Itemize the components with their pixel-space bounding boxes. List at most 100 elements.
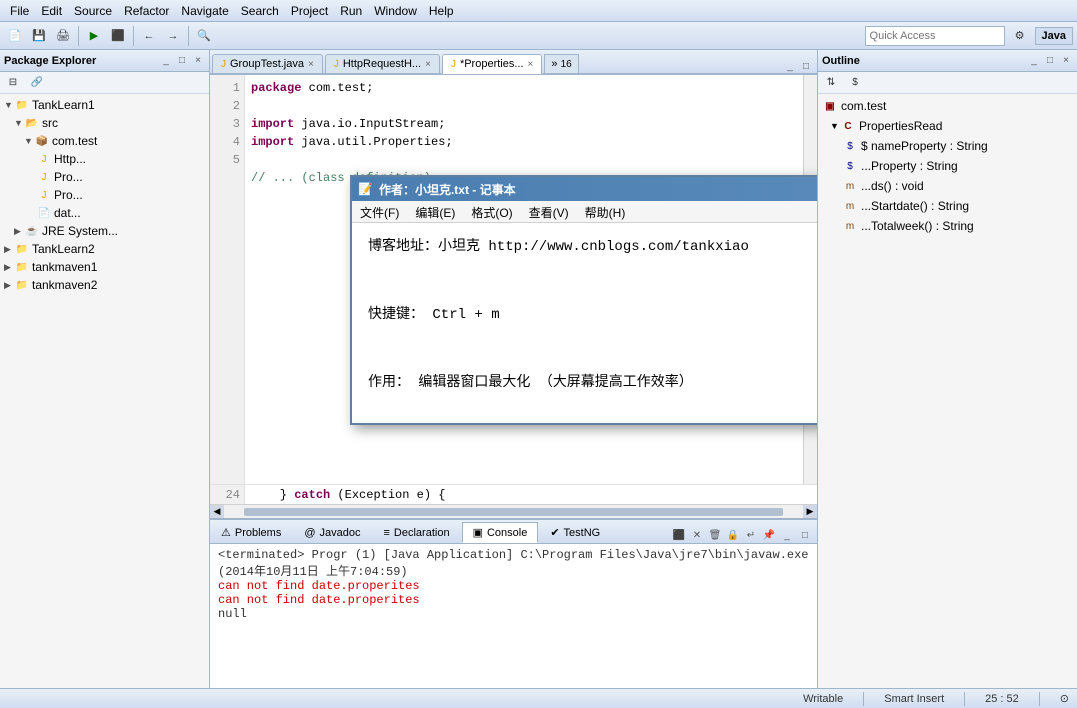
editor-h-scroll[interactable]: ◀ ▶	[210, 504, 817, 518]
tab-label-props: *Properties...	[460, 58, 524, 70]
notepad-menu-file[interactable]: 文件(F)	[352, 201, 407, 222]
tree-item-tanklearn1[interactable]: ▼ 📁 TankLearn1	[0, 96, 209, 114]
console-maximize-btn[interactable]: □	[797, 527, 813, 543]
console-scroll-lock-btn[interactable]: 🔒	[725, 527, 741, 543]
console-pin-btn[interactable]: 📌	[761, 527, 777, 543]
link-editor-btn[interactable]: 🔗	[26, 72, 48, 94]
menu-source[interactable]: Source	[68, 2, 118, 20]
save-btn[interactable]: 💾	[28, 25, 50, 47]
fwd-btn[interactable]: →	[162, 25, 184, 47]
menu-help[interactable]: Help	[423, 2, 460, 20]
outline-controls: _ □ ×	[1027, 54, 1073, 68]
tree-item-tanklearn2[interactable]: ▶ 📁 TankLearn2	[0, 240, 209, 258]
notepad-menu-help[interactable]: 帮助(H)	[577, 201, 634, 222]
tree-toolbar: ⊟ 🔗	[0, 72, 209, 94]
notepad-menu-format[interactable]: 格式(O)	[463, 201, 520, 222]
console-error-line-2: can not find date.properites	[218, 593, 809, 607]
bottom-tab-console[interactable]: ▣ Console	[462, 522, 539, 543]
console-error-line-1: can not find date.properites	[218, 579, 809, 593]
menu-edit[interactable]: Edit	[35, 2, 68, 20]
outline-minimize-btn[interactable]: _	[1027, 54, 1041, 68]
tree-item-pro2[interactable]: J Pro...	[0, 186, 209, 204]
editor-maximize-btn[interactable]: □	[799, 59, 813, 73]
outline-item-method1[interactable]: m ...ds() : void	[818, 176, 1077, 196]
collapse-all-btn[interactable]: ⊟	[2, 72, 24, 94]
notepad-menubar: 文件(F) 编辑(E) 格式(O) 查看(V) 帮助(H)	[352, 201, 817, 223]
method-icon-2: m	[842, 198, 858, 214]
java-file-icon-pro2: J	[36, 187, 52, 203]
close-panel-btn[interactable]: ×	[191, 54, 205, 68]
tab-overflow-btn[interactable]: » 16	[544, 54, 578, 73]
outline-hide-fields-btn[interactable]: $	[844, 72, 866, 94]
tree-item-tankmaven1[interactable]: ▶ 📁 tankmaven1	[0, 258, 209, 276]
search-btn[interactable]: 🔍	[193, 25, 215, 47]
outline-maximize-btn[interactable]: □	[1043, 54, 1057, 68]
status-extra: ⊙	[1060, 692, 1069, 705]
console-word-wrap-btn[interactable]: ↵	[743, 527, 759, 543]
java-perspective-btn[interactable]: Java	[1035, 27, 1073, 45]
outline-item-method3[interactable]: m ...Totalweek() : String	[818, 216, 1077, 236]
tab-icon-grouptest: J	[221, 59, 226, 70]
testng-icon: ✔	[550, 526, 559, 539]
console-remove-btn[interactable]: ✕	[689, 527, 705, 543]
print-btn[interactable]: 🖨	[52, 25, 74, 47]
notepad-content[interactable]: 博客地址：小坦克 http://www.cnblogs.com/tankxiao…	[352, 223, 817, 423]
back-btn[interactable]: ←	[138, 25, 160, 47]
tree-item-tankmaven2[interactable]: ▶ 📁 tankmaven2	[0, 276, 209, 294]
minimize-panel-btn[interactable]: _	[159, 54, 173, 68]
bottom-tab-testng[interactable]: ✔ TestNG	[539, 522, 611, 543]
tab-httprequest[interactable]: J HttpRequestH... ×	[325, 54, 440, 73]
debug-btn[interactable]: ⬛	[107, 25, 129, 47]
console-terminate-btn[interactable]: ⬛	[671, 527, 687, 543]
bottom-tab-javadoc[interactable]: @ Javadoc	[293, 523, 371, 543]
scroll-right-btn[interactable]: ▶	[803, 505, 817, 519]
quick-access-area: ⚙ Java	[865, 25, 1073, 47]
menu-search[interactable]: Search	[235, 2, 285, 20]
outline-sort-btn[interactable]: ⇅	[820, 72, 842, 94]
tree-label-comtest: com.test	[52, 134, 97, 148]
tree-item-http[interactable]: J Http...	[0, 150, 209, 168]
notepad-titlebar: 📝 作者：小坦克.txt - 记事本 - □ ×	[352, 177, 817, 201]
menu-file[interactable]: File	[4, 2, 35, 20]
h-scroll-thumb[interactable]	[244, 508, 783, 516]
bottom-tab-controls: ⬛ ✕ 🗑 🔒 ↵ 📌 _ □	[671, 527, 817, 543]
tab-properties[interactable]: J *Properties... ×	[442, 54, 542, 74]
scroll-left-btn[interactable]: ◀	[210, 505, 224, 519]
outline-close-btn[interactable]: ×	[1059, 54, 1073, 68]
tab-close-http[interactable]: ×	[425, 59, 431, 70]
run-btn[interactable]: ▶	[83, 25, 105, 47]
menu-refactor[interactable]: Refactor	[118, 2, 175, 20]
bottom-tab-declaration[interactable]: ≡ Declaration	[373, 523, 461, 543]
console-clear-btn[interactable]: 🗑	[707, 527, 723, 543]
outline-item-class[interactable]: ▼ C PropertiesRead	[818, 116, 1077, 136]
outline-item-field1[interactable]: $ $ nameProperty : String	[818, 136, 1077, 156]
bottom-tab-problems[interactable]: ⚠ Problems	[210, 522, 292, 543]
tree-item-com-test[interactable]: ▼ 📦 com.test	[0, 132, 209, 150]
menu-window[interactable]: Window	[368, 2, 423, 20]
tree-item-jre[interactable]: ▶ ☕ JRE System...	[0, 222, 209, 240]
tree-item-pro1[interactable]: J Pro...	[0, 168, 209, 186]
notepad-menu-edit[interactable]: 编辑(E)	[407, 201, 463, 222]
console-minimize-btn[interactable]: _	[779, 527, 795, 543]
tree-item-src[interactable]: ▼ 📂 src	[0, 114, 209, 132]
menu-run[interactable]: Run	[334, 2, 368, 20]
method-icon-1: m	[842, 178, 858, 194]
new-btn[interactable]: 📄	[4, 25, 26, 47]
tree-label-jre: JRE System...	[42, 224, 118, 238]
maximize-panel-btn[interactable]: □	[175, 54, 189, 68]
perspective-settings-btn[interactable]: ⚙	[1009, 25, 1031, 47]
notepad-menu-view[interactable]: 查看(V)	[521, 201, 577, 222]
outline-item-package[interactable]: ▣ com.test	[818, 96, 1077, 116]
menu-navigate[interactable]: Navigate	[175, 2, 234, 20]
outline-item-field2[interactable]: $ ...Property : String	[818, 156, 1077, 176]
editor-minimize-btn[interactable]: _	[783, 59, 797, 73]
tab-close-props[interactable]: ×	[528, 59, 534, 70]
tree-item-dat[interactable]: 📄 dat...	[0, 204, 209, 222]
tab-close-grouptest[interactable]: ×	[308, 59, 314, 70]
tab-grouptest[interactable]: J GroupTest.java ×	[212, 54, 323, 73]
outline-item-method2[interactable]: m ...Startdate() : String	[818, 196, 1077, 216]
quick-access-input[interactable]	[865, 26, 1005, 46]
menu-project[interactable]: Project	[285, 2, 334, 20]
line-num-2: 2	[210, 97, 244, 115]
toolbar: 📄 💾 🖨 ▶ ⬛ ← → 🔍 ⚙ Java	[0, 22, 1077, 50]
